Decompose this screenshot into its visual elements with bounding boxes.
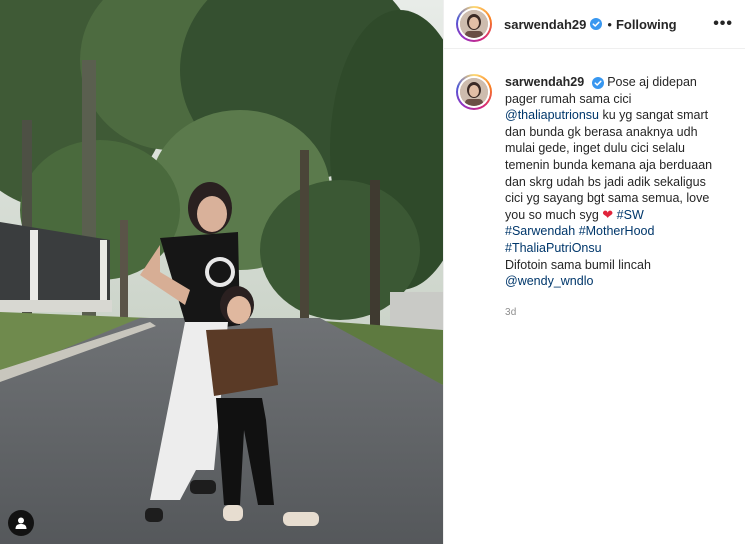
hashtag-link[interactable]: #Sarwendah	[505, 224, 575, 238]
verified-badge-icon	[590, 18, 603, 30]
caption-text-part: Difotoin sama bumil lincah	[505, 257, 651, 272]
user-tag-icon	[15, 517, 27, 529]
separator-dot: •	[607, 16, 612, 32]
header-username[interactable]: sarwendah29	[504, 17, 586, 32]
caption-comment: sarwendah29 Pose aj didepan pager rumah …	[444, 49, 745, 321]
post-details-panel: sarwendah29 • Following ••• sarwendah29 …	[443, 0, 745, 544]
avatar	[460, 78, 488, 106]
heart-emoji-icon: ❤	[602, 206, 614, 222]
caption-text: sarwendah29 Pose aj didepan pager rumah …	[505, 74, 727, 321]
post-photo[interactable]	[0, 0, 443, 544]
post-timestamp[interactable]: 3d	[505, 305, 727, 322]
caption-text-part: ku yg sangat smart dan bunda gk berasa a…	[505, 108, 713, 222]
mention-link[interactable]: @wendy_wndlo	[505, 274, 593, 288]
verified-badge-icon	[591, 76, 604, 89]
tag-people-button[interactable]	[8, 510, 34, 536]
caption-avatar[interactable]	[456, 74, 492, 110]
mention-link[interactable]: @thaliaputrionsu	[505, 108, 599, 122]
avatar	[460, 10, 488, 38]
following-button[interactable]: Following	[616, 17, 677, 32]
more-options-icon[interactable]: •••	[713, 15, 733, 33]
hashtag-link[interactable]: #SW	[617, 208, 644, 222]
post-photo-image	[0, 0, 443, 544]
post-header: sarwendah29 • Following •••	[444, 0, 745, 49]
header-avatar[interactable]	[456, 6, 492, 42]
hashtag-link[interactable]: #MotherHood	[579, 224, 655, 238]
hashtag-link[interactable]: #ThaliaPutriOnsu	[505, 241, 602, 255]
caption-username[interactable]: sarwendah29	[505, 75, 584, 89]
